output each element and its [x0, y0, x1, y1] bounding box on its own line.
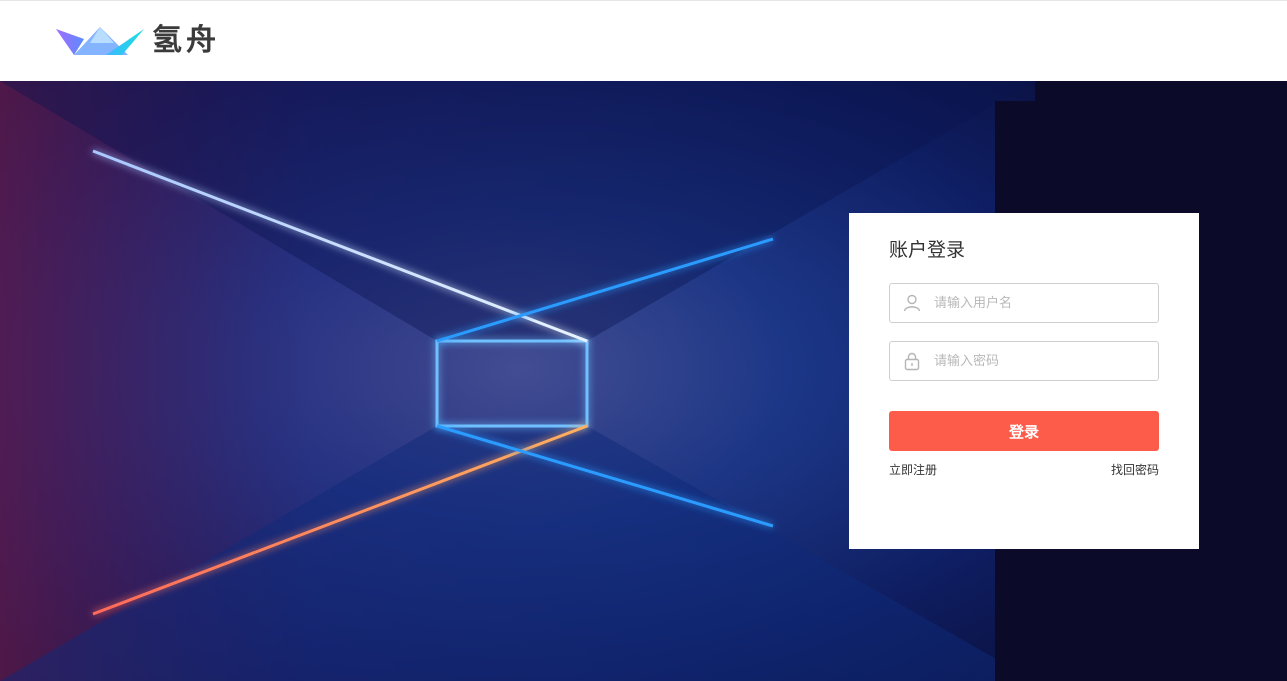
register-link[interactable]: 立即注册	[889, 461, 937, 478]
login-card: 账户登录 登录 立即注册 找回密码	[849, 213, 1199, 549]
brand-logo[interactable]: 氢舟	[56, 23, 246, 61]
brand-name: 氢舟	[152, 23, 220, 58]
top-header: 氢舟	[0, 0, 1287, 81]
login-title: 账户登录	[889, 239, 966, 261]
password-input[interactable]	[934, 342, 1150, 380]
user-icon	[903, 294, 921, 312]
password-field[interactable]	[889, 341, 1159, 381]
lock-icon	[904, 352, 920, 371]
username-field[interactable]	[889, 283, 1159, 323]
paper-boat-logo-icon	[56, 27, 144, 55]
hero-banner: 账户登录 登录 立即注册 找回密码	[0, 81, 1287, 681]
login-button[interactable]: 登录	[889, 411, 1159, 451]
username-input[interactable]	[934, 284, 1150, 322]
forgot-password-link[interactable]: 找回密码	[1111, 461, 1159, 478]
